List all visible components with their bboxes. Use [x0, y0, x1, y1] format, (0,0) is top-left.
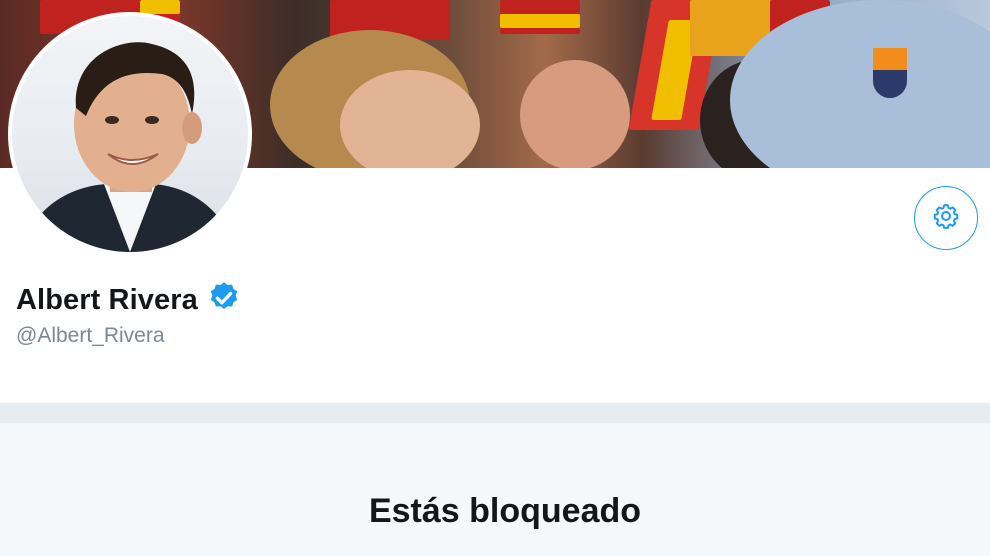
avatar-portrait — [22, 42, 237, 252]
profile-handle: @Albert_Rivera — [16, 324, 165, 347]
profile-page: Albert Rivera @Albert_Rivera Estás bloqu… — [0, 0, 990, 556]
avatar-photo — [12, 16, 248, 252]
blocked-notice-text-cutoff — [195, 548, 795, 556]
profile-name-row: Albert Rivera — [16, 280, 242, 321]
settings-button[interactable] — [914, 186, 978, 250]
verified-badge-icon — [206, 280, 242, 321]
blocked-notice-panel — [0, 423, 990, 556]
blocked-notice-title: Estás bloqueado — [368, 492, 642, 530]
profile-avatar[interactable] — [8, 12, 252, 256]
gear-icon — [931, 201, 961, 236]
profile-display-name: Albert Rivera — [16, 284, 198, 316]
section-divider — [0, 403, 990, 423]
